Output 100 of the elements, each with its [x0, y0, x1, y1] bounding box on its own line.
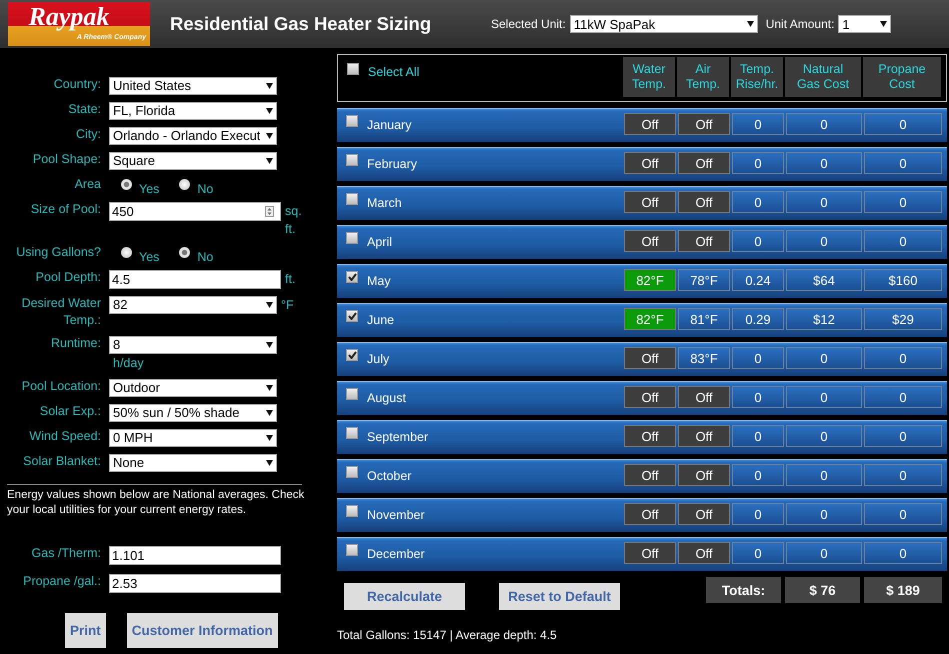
table-cell: $29 — [864, 308, 942, 330]
checkbox[interactable] — [346, 232, 358, 244]
checkbox[interactable] — [346, 466, 358, 478]
checkbox[interactable] — [347, 63, 359, 75]
input-field[interactable]: 1.101 — [109, 546, 281, 565]
table-cell: 0.24 — [732, 269, 784, 291]
table-cell: 78°F — [678, 269, 730, 291]
dropdown[interactable]: 50% sun / 50% shade — [109, 404, 277, 422]
field-label: Propane /gal.: — [22, 573, 102, 590]
table-cell: 0 — [864, 386, 942, 408]
month-row[interactable]: August Off Off 0 0 0 — [337, 381, 947, 415]
radio-button[interactable] — [121, 246, 132, 258]
recalculate-button[interactable]: Recalculate — [344, 583, 465, 610]
radio-button[interactable] — [179, 178, 190, 190]
dropdown[interactable]: FL, Florida — [109, 102, 277, 120]
unit-dropdown[interactable]: 11kW SpaPak — [570, 15, 758, 33]
check-icon — [348, 312, 356, 320]
month-row[interactable]: May 82°F 78°F 0.24 $64 $160 — [337, 264, 947, 298]
table-cell: Off — [624, 152, 676, 174]
table-cell: Off — [624, 230, 676, 252]
customer-info-button[interactable]: Customer Information — [126, 613, 278, 648]
table-cell: 0 — [786, 425, 862, 447]
reset-button[interactable]: Reset to Default — [499, 583, 620, 610]
dropdown[interactable]: 82 — [109, 296, 277, 314]
field-label: State: — [67, 101, 102, 118]
table-cell: Off — [678, 425, 730, 447]
totals-label: Totals: — [706, 577, 781, 603]
month-row[interactable]: March Off Off 0 0 0 — [337, 186, 947, 220]
table-cell: 0 — [732, 542, 784, 564]
input-field[interactable]: 4.5 — [109, 270, 281, 289]
radio-button[interactable] — [179, 246, 190, 258]
month-label: November — [367, 508, 425, 522]
checkbox[interactable] — [346, 427, 358, 439]
month-row[interactable]: February Off Off 0 0 0 — [337, 147, 947, 181]
checkbox[interactable] — [346, 193, 358, 205]
table-cell: 0.29 — [732, 308, 784, 330]
logo-wordmark: Raypak — [28, 3, 110, 31]
dropdown[interactable]: Outdoor — [109, 379, 277, 397]
dropdown-arrow-icon — [266, 108, 273, 114]
table-cell: 82°F — [624, 308, 676, 330]
radio-button[interactable] — [121, 178, 132, 190]
unit-label: °F — [281, 298, 294, 312]
dropdown-arrow-icon — [266, 385, 273, 391]
dropdown[interactable]: Orlando - Orlando Execut — [109, 127, 277, 145]
checkbox[interactable] — [346, 349, 358, 361]
checkbox[interactable] — [346, 310, 358, 322]
print-button[interactable]: Print — [65, 613, 106, 648]
month-row[interactable]: April Off Off 0 0 0 — [337, 225, 947, 259]
dropdown[interactable]: Square — [109, 152, 277, 170]
table-cell: 0 — [786, 230, 862, 252]
month-label: June — [367, 313, 394, 327]
dropdown[interactable]: 0 MPH — [109, 429, 277, 447]
column-header: Air Temp. — [677, 57, 729, 97]
dropdown-arrow-icon — [880, 21, 888, 27]
table-cell: 0 — [864, 230, 942, 252]
month-row[interactable]: October Off Off 0 0 0 — [337, 459, 947, 493]
check-icon — [348, 273, 356, 281]
checkbox[interactable] — [346, 154, 358, 166]
amount-dropdown[interactable]: 1 — [838, 15, 892, 33]
table-cell: 0 — [864, 542, 942, 564]
month-label: March — [367, 196, 402, 210]
field-label: Runtime: — [50, 335, 102, 352]
table-cell: Off — [624, 386, 676, 408]
checkbox[interactable] — [346, 505, 358, 517]
month-row[interactable]: July Off 83°F 0 0 0 — [337, 342, 947, 376]
dropdown[interactable]: 8 — [109, 336, 277, 354]
table-cell: Off — [678, 113, 730, 135]
month-row[interactable]: September Off Off 0 0 0 — [337, 420, 947, 454]
checkbox[interactable] — [346, 544, 358, 556]
month-label: December — [367, 547, 425, 561]
table-cell: 0 — [786, 503, 862, 525]
table-cell: Off — [678, 503, 730, 525]
spinner-icon — [265, 206, 274, 217]
month-row[interactable]: December Off Off 0 0 0 — [337, 537, 947, 571]
checkbox[interactable] — [346, 115, 358, 127]
radio-label: Yes — [139, 249, 160, 266]
field-label: Pool Shape: — [32, 151, 102, 168]
table-cell: 0 — [732, 113, 784, 135]
table-cell: 83°F — [678, 347, 730, 369]
month-label: September — [367, 430, 428, 444]
table-cell: Off — [678, 464, 730, 486]
field-label: Size of Pool: — [30, 201, 102, 218]
checkbox[interactable] — [346, 271, 358, 283]
dropdown[interactable]: United States — [109, 77, 277, 95]
checkbox[interactable] — [346, 388, 358, 400]
select-all-label[interactable]: Select All — [368, 65, 420, 79]
input-field[interactable]: 2.53 — [109, 574, 281, 593]
dropdown-arrow-icon — [266, 460, 273, 466]
table-cell: 0 — [732, 152, 784, 174]
table-cell: 0 — [786, 542, 862, 564]
month-row[interactable]: June 82°F 81°F 0.29 $12 $29 — [337, 303, 947, 337]
number-field[interactable]: 450 — [109, 202, 281, 221]
table-cell: Off — [624, 503, 676, 525]
month-row[interactable]: November Off Off 0 0 0 — [337, 498, 947, 532]
field-label: Selected Unit: — [491, 17, 566, 31]
field-label: Country: — [52, 76, 102, 93]
table-cell: 0 — [864, 191, 942, 213]
table-cell: Off — [678, 152, 730, 174]
dropdown[interactable]: None — [109, 454, 277, 472]
month-row[interactable]: January Off Off 0 0 0 — [337, 108, 947, 142]
